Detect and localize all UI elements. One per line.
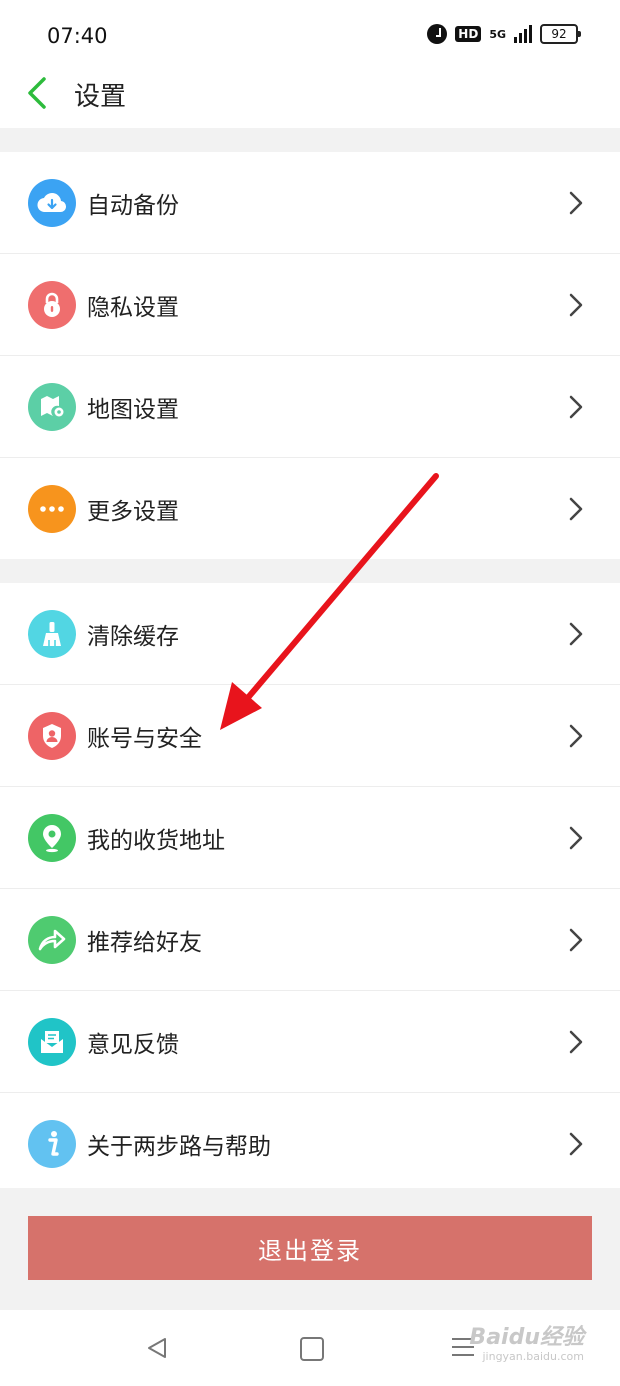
alarm-icon [427, 24, 448, 44]
chevron-right-icon [569, 928, 583, 952]
chevron-right-icon [569, 293, 583, 317]
settings-group-account: 清除缓存 账号与安全 我的收货地址 推荐给好友 意见反馈 关于两步路与帮助 [0, 583, 620, 1194]
status-bar: 07:40 HD 5G 92 [0, 0, 620, 62]
status-time: 07:40 [47, 24, 108, 48]
chevron-right-icon [569, 497, 583, 521]
envelope-icon [28, 1018, 76, 1066]
settings-item-label: 隐私设置 [87, 295, 179, 321]
logout-area: 退出登录 [0, 1188, 620, 1310]
nav-back-icon[interactable] [145, 1336, 169, 1360]
settings-item-feedback[interactable]: 意见反馈 [0, 991, 620, 1093]
settings-item-privacy[interactable]: 隐私设置 [0, 254, 620, 356]
settings-item-shipping-address[interactable]: 我的收货地址 [0, 787, 620, 889]
map-settings-icon [28, 383, 76, 431]
battery-icon: 92 [540, 24, 581, 44]
settings-item-label: 意见反馈 [87, 1032, 179, 1058]
settings-item-label: 清除缓存 [87, 624, 179, 650]
settings-item-account-security[interactable]: 账号与安全 [0, 685, 620, 787]
settings-item-more[interactable]: 更多设置 [0, 458, 620, 559]
watermark-url: jingyan.baidu.com [482, 1350, 584, 1363]
info-icon [28, 1120, 76, 1168]
settings-item-label: 账号与安全 [87, 726, 202, 752]
settings-item-label: 推荐给好友 [87, 930, 202, 956]
more-dots-icon [28, 485, 76, 533]
status-icons: HD 5G 92 [427, 24, 581, 44]
chevron-right-icon [569, 1132, 583, 1156]
logout-button[interactable]: 退出登录 [28, 1216, 592, 1280]
location-pin-icon [28, 814, 76, 862]
settings-item-label: 我的收货地址 [87, 828, 225, 854]
shield-user-icon [28, 712, 76, 760]
settings-group-general: 自动备份 隐私设置 地图设置 更多设置 [0, 152, 620, 559]
settings-item-map[interactable]: 地图设置 [0, 356, 620, 458]
settings-item-auto-backup[interactable]: 自动备份 [0, 152, 620, 254]
broom-icon [28, 610, 76, 658]
hd-badge: HD [455, 26, 482, 42]
settings-item-label: 地图设置 [87, 397, 179, 423]
signal-icon [514, 25, 532, 43]
share-arrow-icon [28, 916, 76, 964]
settings-item-label: 关于两步路与帮助 [87, 1134, 271, 1160]
system-nav-bar: Baidu经验 jingyan.baidu.com [0, 1310, 620, 1386]
chevron-right-icon [569, 622, 583, 646]
chevron-right-icon [569, 1030, 583, 1054]
chevron-right-icon [569, 826, 583, 850]
page-title: 设置 [74, 82, 127, 112]
lock-icon [28, 281, 76, 329]
watermark: Baidu经验 jingyan.baidu.com [469, 1325, 584, 1364]
chevron-right-icon [569, 724, 583, 748]
settings-item-clear-cache[interactable]: 清除缓存 [0, 583, 620, 685]
app-header: 设置 [0, 62, 620, 128]
cloud-download-icon [28, 179, 76, 227]
nav-home-icon[interactable] [300, 1337, 324, 1361]
settings-item-about-help[interactable]: 关于两步路与帮助 [0, 1093, 620, 1194]
settings-item-label: 更多设置 [87, 499, 179, 525]
settings-item-label: 自动备份 [87, 193, 179, 219]
chevron-right-icon [569, 395, 583, 419]
back-arrow-icon[interactable] [24, 76, 54, 110]
network-type: 5G [489, 27, 506, 41]
settings-item-recommend[interactable]: 推荐给好友 [0, 889, 620, 991]
chevron-right-icon [569, 191, 583, 215]
watermark-brand: Baidu经验 [469, 1325, 584, 1350]
